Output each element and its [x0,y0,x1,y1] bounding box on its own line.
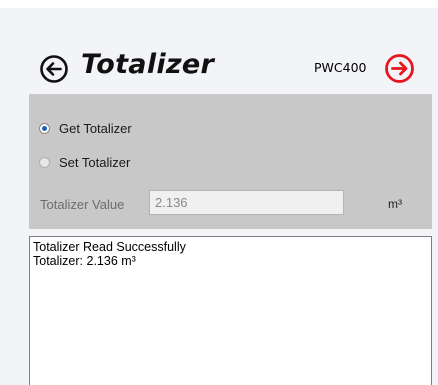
totalizer-value-input[interactable] [149,190,344,215]
top-strip [0,0,438,8]
set-totalizer-label: Set Totalizer [59,154,131,170]
circle-arrow-left-icon [40,55,68,83]
set-totalizer-radio[interactable] [39,156,50,168]
unit-label: m³ [388,197,402,211]
get-totalizer-radio[interactable] [39,122,50,134]
status-log[interactable]: Totalizer Read Successfully Totalizer: 2… [29,236,432,385]
back-button[interactable] [39,54,69,84]
forward-button[interactable] [384,53,415,84]
log-line: Totalizer Read Successfully [33,240,186,254]
page-title: Totalizer [81,49,215,80]
totalizer-panel: Totalizer PWC400 Get Totalizer Set Total… [0,0,438,385]
totalizer-options-group: Get Totalizer Set Totalizer Totalizer Va… [29,94,432,229]
device-model-label: PWC400 [314,60,367,75]
get-totalizer-option[interactable]: Get Totalizer [39,119,132,137]
totalizer-value-label: Totalizer Value [40,197,125,212]
get-totalizer-label: Get Totalizer [59,120,132,136]
circle-arrow-right-icon [385,54,414,83]
log-line: Totalizer: 2.136 m³ [33,254,136,268]
set-totalizer-option[interactable]: Set Totalizer [39,153,130,171]
